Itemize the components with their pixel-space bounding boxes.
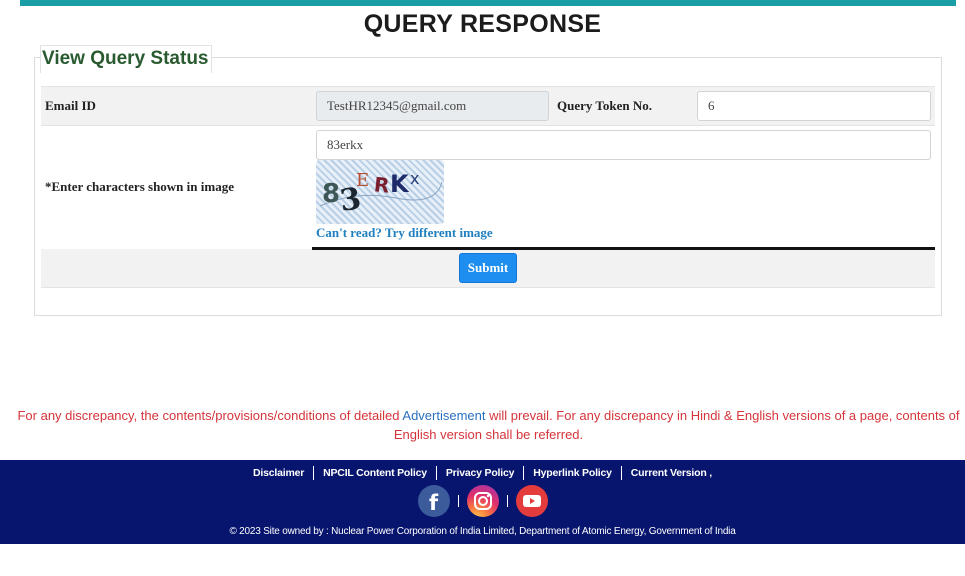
captcha-char: K	[390, 170, 410, 198]
footer-link-content-policy[interactable]: NPCIL Content Policy	[314, 466, 437, 480]
token-label: Query Token No.	[557, 98, 652, 113]
top-accent-bar	[20, 0, 956, 6]
submit-button[interactable]: Submit	[459, 253, 517, 283]
email-field[interactable]: TestHR12345@gmail.com	[316, 91, 549, 121]
captcha-image: 8 3 E R K x	[316, 160, 444, 224]
captcha-label: *Enter characters shown in image	[45, 179, 234, 194]
footer-links: Disclaimer NPCIL Content Policy Privacy Po…	[0, 466, 965, 480]
discrepancy-notice: For any discrepancy, the contents/provis…	[16, 406, 961, 444]
footer-link-privacy-policy[interactable]: Privacy Policy	[437, 466, 525, 480]
youtube-icon[interactable]	[515, 485, 548, 517]
social-links: f	[0, 485, 965, 517]
footer-link-current-version[interactable]: Current Version ,	[622, 466, 721, 480]
panel-legend: View Query Status	[40, 45, 212, 73]
social-separator	[506, 495, 508, 507]
row-divider	[312, 247, 935, 250]
captcha-refresh-link[interactable]: Can't read? Try different image	[316, 225, 493, 241]
email-label: Email ID	[45, 98, 96, 113]
token-field[interactable]: 6	[697, 91, 931, 121]
social-separator	[457, 495, 459, 507]
instagram-icon[interactable]	[466, 485, 499, 517]
captcha-char: E	[356, 170, 369, 191]
facebook-icon[interactable]: f	[417, 485, 450, 517]
captcha-char: x	[410, 169, 419, 188]
page-title: QUERY RESPONSE	[363, 10, 602, 38]
captcha-input[interactable]: 83erkx	[316, 130, 931, 160]
advertisement-link[interactable]: Advertisement	[402, 408, 485, 423]
copyright-text: © 2023 Site owned by : Nuclear Power Cor…	[229, 526, 736, 537]
notice-text: For any discrepancy, the contents/provis…	[17, 408, 403, 423]
svg-text:f: f	[429, 491, 439, 515]
captcha-char: R	[373, 172, 391, 197]
footer-link-hyperlink-policy[interactable]: Hyperlink Policy	[524, 466, 622, 480]
footer-link-disclaimer[interactable]: Disclaimer	[244, 466, 315, 480]
footer: Disclaimer NPCIL Content Policy Privacy Po…	[0, 460, 965, 544]
